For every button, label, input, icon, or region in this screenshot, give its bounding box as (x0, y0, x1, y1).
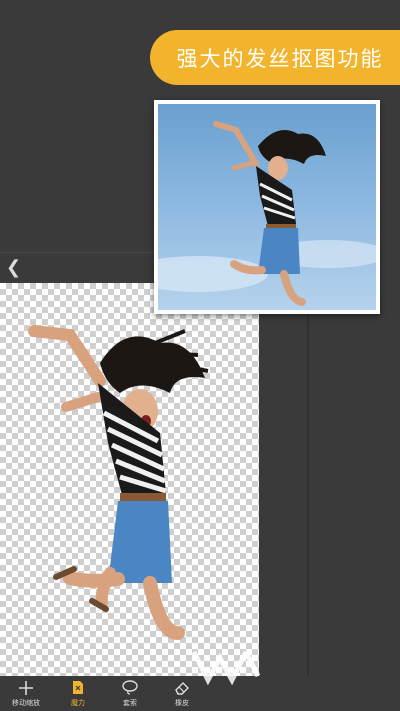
move-icon (19, 679, 33, 696)
original-photo-image (158, 121, 376, 306)
tool-label: 移动缩放 (12, 699, 40, 707)
cutout-person-image (28, 325, 209, 640)
cutout-canvas[interactable] (0, 283, 259, 676)
canvas-side-area (259, 314, 400, 676)
divider (307, 314, 309, 676)
original-photo (158, 104, 376, 310)
magic-icon (72, 679, 84, 696)
tool-label: 橡皮 (175, 699, 189, 707)
tool-lasso[interactable]: 套索 (104, 676, 156, 711)
lasso-icon (122, 679, 138, 696)
tool-label: 魔力 (71, 699, 85, 707)
tool-label: 套索 (123, 699, 137, 707)
editor-header: ❮ (0, 252, 156, 284)
tool-move-zoom[interactable]: 移动缩放 (0, 676, 52, 711)
chevron-left-icon[interactable]: ❮ (6, 257, 21, 278)
original-photo-card (154, 100, 380, 314)
feature-banner: 强大的发丝抠图功能 (150, 30, 400, 85)
watermark-logo (191, 650, 261, 686)
tool-magic[interactable]: 魔力 (52, 676, 104, 711)
banner-title: 强大的发丝抠图功能 (176, 46, 384, 71)
